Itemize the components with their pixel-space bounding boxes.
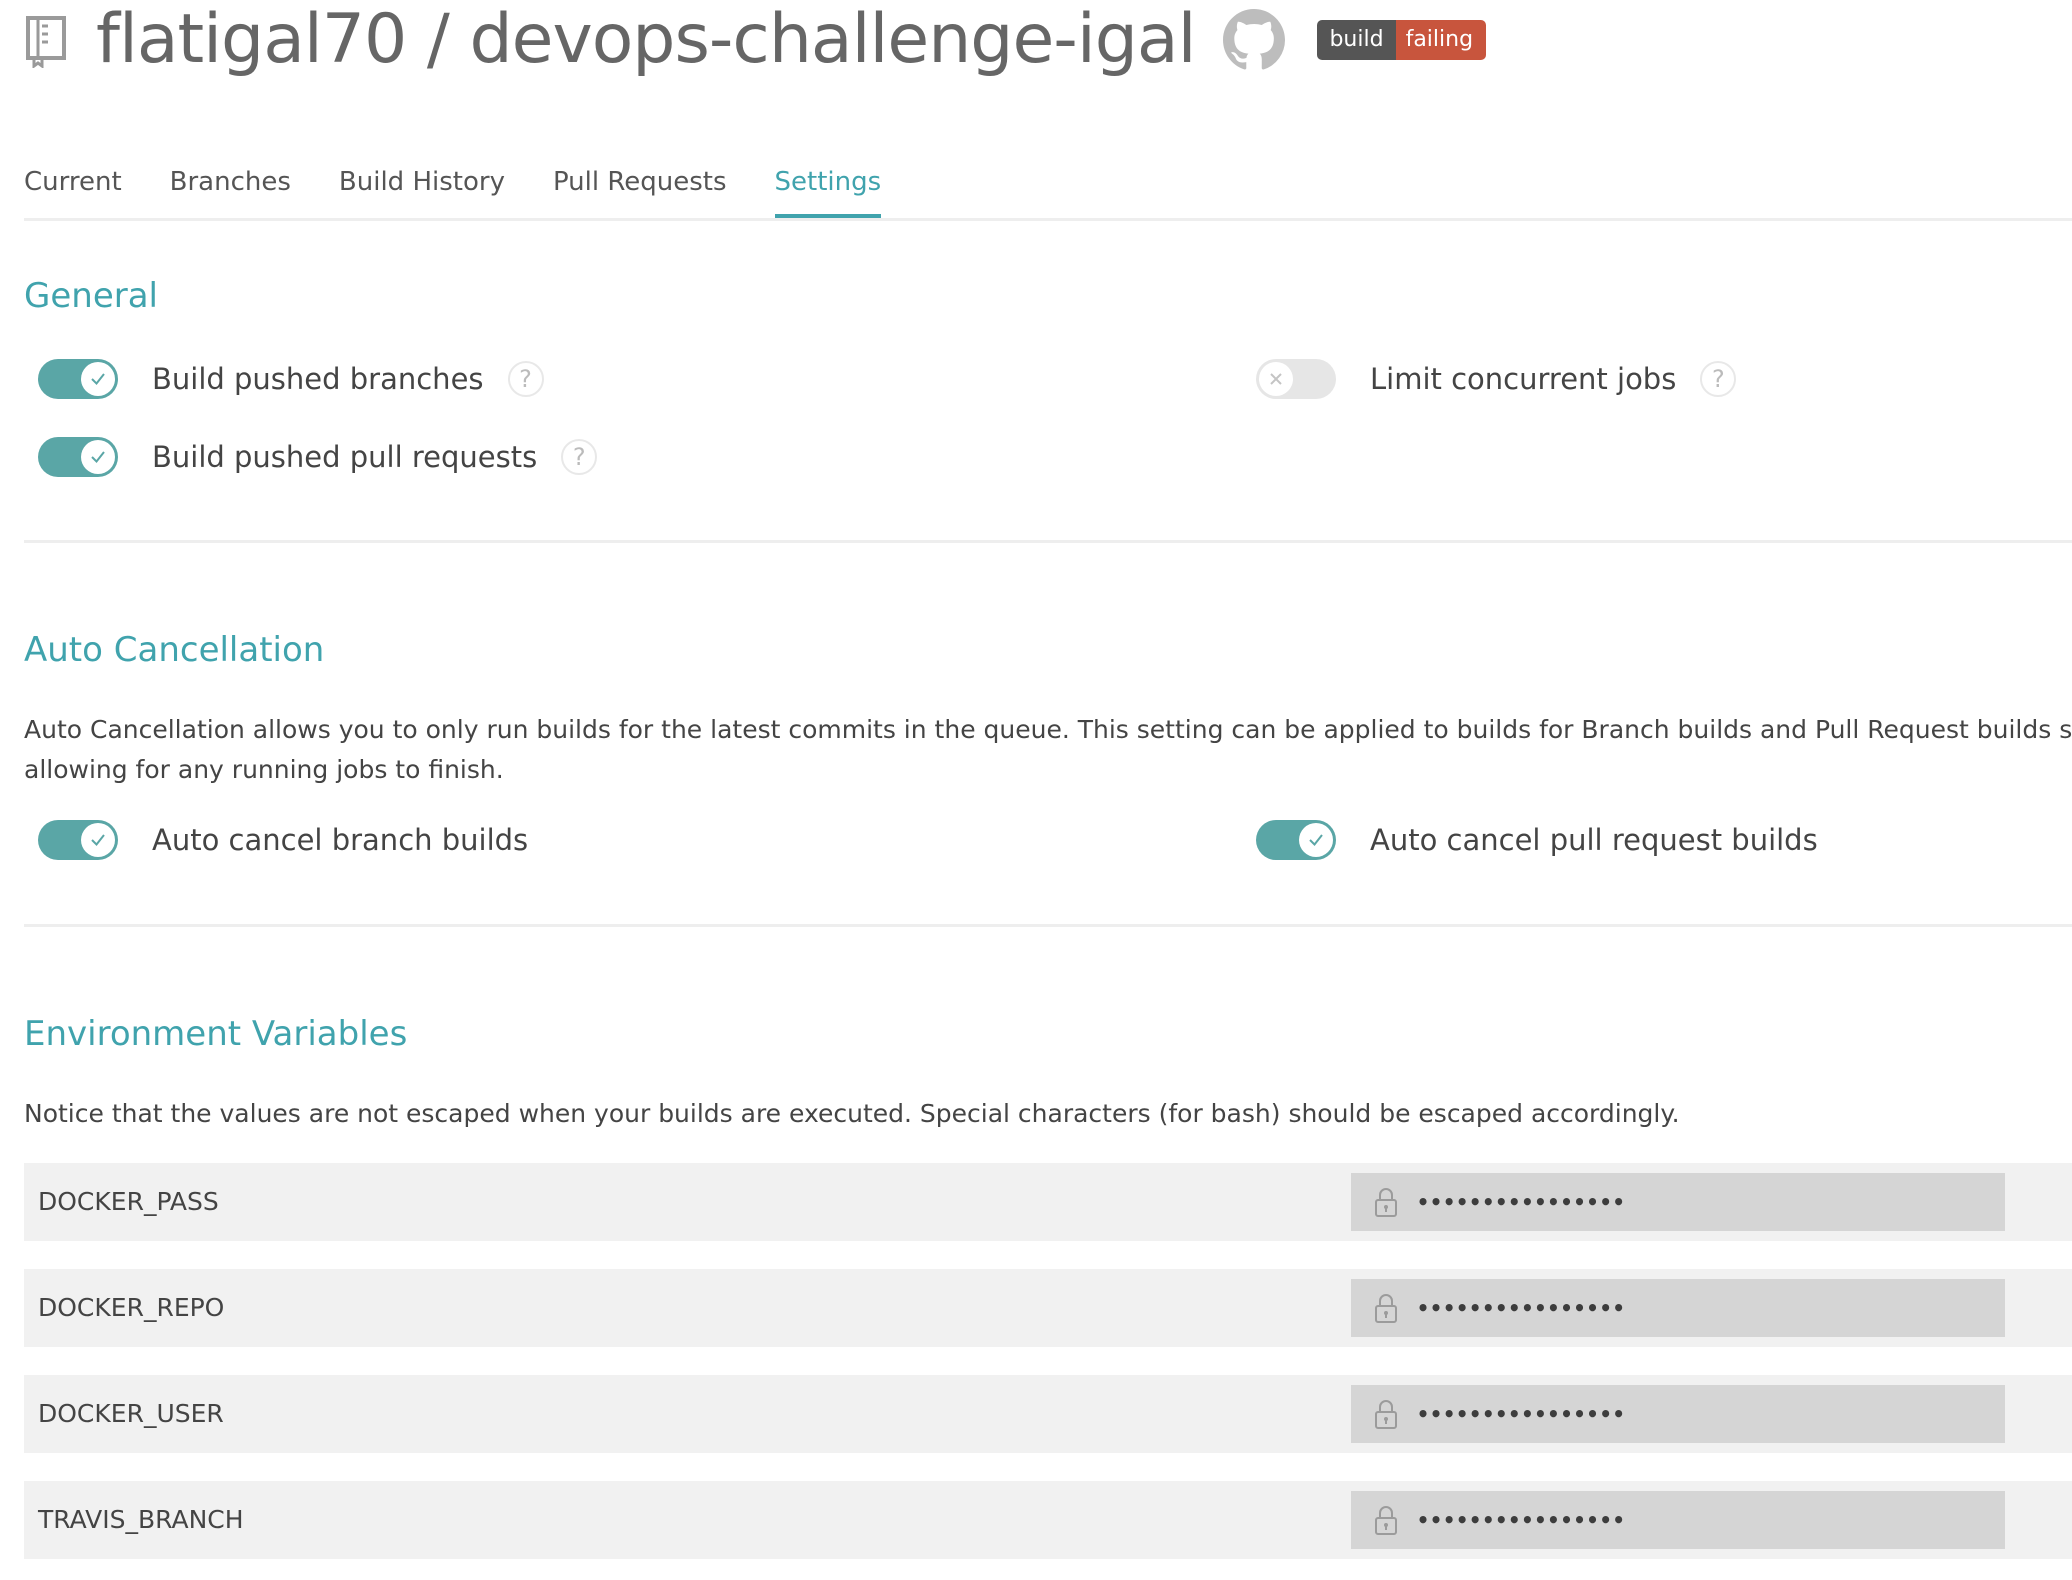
env-var-name: TRAVIS_BRANCH [38, 1505, 244, 1534]
check-icon [81, 362, 115, 396]
auto-cancellation-description: Auto Cancellation allows you to only run… [24, 710, 2072, 790]
env-var-row: TRAVIS_BRANCH •••••••••••••••• [24, 1481, 2072, 1559]
env-vars-notice: Notice that the values are not escaped w… [24, 1099, 1680, 1128]
badge-status: failing [1395, 20, 1487, 60]
tab-settings[interactable]: Settings [774, 158, 881, 218]
env-var-row: DOCKER_REPO •••••••••••••••• [24, 1269, 2072, 1347]
section-divider [24, 924, 2072, 927]
env-var-value: •••••••••••••••• [1417, 1296, 1626, 1320]
check-icon [81, 440, 115, 474]
repo-book-icon [24, 12, 72, 69]
env-var-name: DOCKER_PASS [38, 1187, 219, 1216]
tab-build-history[interactable]: Build History [339, 158, 505, 215]
lock-icon [1373, 1292, 1399, 1324]
build-pushed-pull-requests-label: Build pushed pull requests [152, 440, 538, 474]
check-icon [1299, 823, 1333, 857]
auto-cancel-pull-request-builds-toggle[interactable] [1256, 820, 1336, 860]
build-pushed-branches-toggle[interactable] [38, 359, 118, 399]
limit-concurrent-jobs-label: Limit concurrent jobs [1370, 362, 1677, 396]
tab-branches[interactable]: Branches [170, 158, 291, 215]
auto-cancel-branch-builds-toggle[interactable] [38, 820, 118, 860]
auto-cancel-branch-builds-label: Auto cancel branch builds [152, 823, 529, 857]
settings-page: flatigal70 / devops-challenge-igal build… [0, 0, 2072, 1580]
auto-cancellation-section-title: Auto Cancellation [24, 630, 325, 670]
lock-icon [1373, 1504, 1399, 1536]
section-divider [24, 540, 2072, 543]
setting-limit-concurrent-jobs: Limit concurrent jobs ? [1256, 359, 1737, 399]
env-var-row: DOCKER_PASS •••••••••••••••• [24, 1163, 2072, 1241]
auto-cancellation-description-line2: allowing for any running jobs to finish. [24, 755, 504, 784]
limit-concurrent-jobs-toggle[interactable] [1256, 359, 1336, 399]
repo-title[interactable]: flatigal70 / devops-challenge-igal [96, 0, 1196, 80]
env-var-name: DOCKER_USER [38, 1399, 224, 1428]
help-icon[interactable]: ? [561, 439, 598, 475]
tab-pull-requests[interactable]: Pull Requests [553, 158, 727, 215]
env-var-value: •••••••••••••••• [1417, 1402, 1626, 1426]
setting-auto-cancel-pull-request-builds: Auto cancel pull request builds [1256, 820, 1818, 860]
lock-icon [1373, 1398, 1399, 1430]
env-var-value-field[interactable]: •••••••••••••••• [1351, 1173, 2005, 1231]
setting-build-pushed-pull-requests: Build pushed pull requests ? [38, 437, 598, 477]
env-var-row: DOCKER_USER •••••••••••••••• [24, 1375, 2072, 1453]
lock-icon [1373, 1186, 1399, 1218]
build-pushed-branches-label: Build pushed branches [152, 362, 484, 396]
build-pushed-pull-requests-toggle[interactable] [38, 437, 118, 477]
tab-current[interactable]: Current [24, 158, 122, 215]
badge-label: build [1317, 20, 1396, 60]
env-var-value: •••••••••••••••• [1417, 1190, 1626, 1214]
env-var-value: •••••••••••••••• [1417, 1508, 1626, 1532]
x-icon [1259, 362, 1293, 396]
check-icon [81, 823, 115, 857]
general-section-title: General [24, 276, 158, 316]
auto-cancel-pull-request-builds-label: Auto cancel pull request builds [1370, 823, 1818, 857]
build-status-badge[interactable]: build failing [1317, 20, 1487, 60]
repo-tabs: Current Branches Build History Pull Requ… [24, 158, 2072, 221]
env-vars-section-title: Environment Variables [24, 1014, 408, 1054]
env-var-name: DOCKER_REPO [38, 1293, 225, 1322]
env-var-value-field[interactable]: •••••••••••••••• [1351, 1279, 2005, 1337]
github-icon[interactable] [1223, 9, 1286, 71]
help-icon[interactable]: ? [507, 361, 544, 397]
repo-header: flatigal70 / devops-challenge-igal build… [24, 0, 1487, 80]
env-var-value-field[interactable]: •••••••••••••••• [1351, 1491, 2005, 1549]
setting-build-pushed-branches: Build pushed branches ? [38, 359, 544, 399]
env-var-value-field[interactable]: •••••••••••••••• [1351, 1385, 2005, 1443]
help-icon[interactable]: ? [1700, 361, 1737, 397]
auto-cancellation-description-line1: Auto Cancellation allows you to only run… [24, 715, 2072, 744]
setting-auto-cancel-branch-builds: Auto cancel branch builds [38, 820, 528, 860]
